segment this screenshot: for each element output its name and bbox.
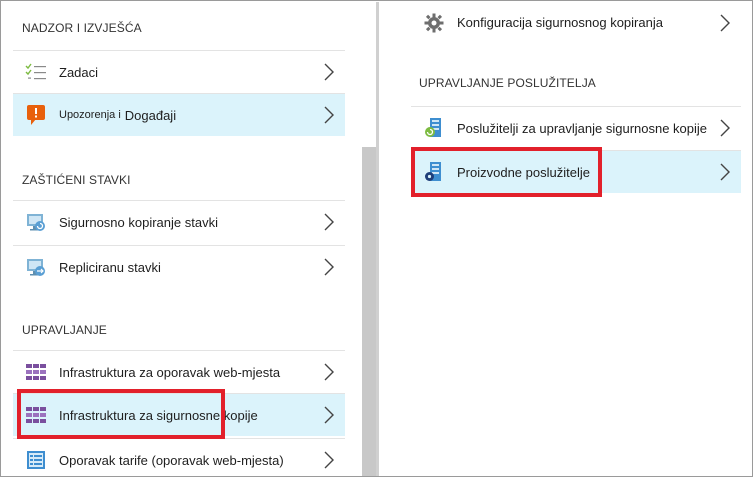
menu-item-production-servers-label: Proizvodne poslužitelje <box>457 164 590 180</box>
chevron-right-icon <box>720 14 730 31</box>
chevron-right-icon <box>324 106 334 124</box>
menu-item-jobs-label: Zadaci <box>59 64 99 80</box>
task-list-icon <box>25 61 47 83</box>
menu-item-backup-configuration[interactable]: Konfiguracija sigurnosnog kopiranja <box>411 2 741 44</box>
menu-item-alerts-events[interactable]: Upozorenja i Događaji <box>13 93 345 136</box>
site-recovery-infra-icon <box>25 361 47 383</box>
menu-item-recovery-plans[interactable]: Oporavak tarife (oporavak web-mjesta) <box>13 438 345 476</box>
chevron-right-icon <box>324 451 334 469</box>
chevron-right-icon <box>324 258 334 276</box>
menu-item-backup-items-label: Sigurnosno kopiranje stavki <box>59 214 218 230</box>
menu-item-backup-items[interactable]: Sigurnosno kopiranje stavki <box>13 200 345 243</box>
chevron-right-icon <box>324 213 334 231</box>
recovery-plan-icon <box>25 449 47 471</box>
chevron-right-icon <box>720 163 730 181</box>
menu-item-replicated-items-label: Repliciranu stavki <box>59 259 161 275</box>
menu-item-jobs[interactable]: Zadaci <box>13 50 345 93</box>
window-frame: NADZOR I IZVJEŠĆA Zadaci Upozorenja i Do… <box>0 0 753 477</box>
menu-item-backup-infrastructure[interactable]: Infrastruktura za sigurnosne kopije <box>13 393 345 436</box>
menu-item-site-recovery-infrastructure-label: Infrastruktura za oporavak web-mjesta <box>59 364 281 380</box>
section-header-server-management: UPRAVLJANJE POSLUŽITELJA <box>419 76 596 90</box>
scrollbar-thumb[interactable] <box>362 147 376 476</box>
menu-item-production-servers[interactable]: Proizvodne poslužitelje <box>411 150 741 193</box>
menu-item-alerts-label-small: Upozorenja i <box>59 109 121 121</box>
chevron-right-icon <box>324 63 334 81</box>
section-header-manage: UPRAVLJANJE <box>22 323 107 337</box>
menu-item-backup-management-servers[interactable]: Poslužitelji za upravljanje sigurnosne k… <box>411 106 741 149</box>
menu-item-events-label: Događaji <box>124 107 177 123</box>
chevron-right-icon <box>324 406 334 424</box>
menu-item-site-recovery-infrastructure[interactable]: Infrastruktura za oporavak web-mjesta <box>13 350 345 393</box>
replicated-items-icon <box>25 256 47 278</box>
production-servers-icon <box>423 161 445 183</box>
menu-item-recovery-plans-label: Oporavak tarife (oporavak web-mjesta) <box>59 452 284 468</box>
chevron-right-icon <box>324 363 334 381</box>
gear-icon <box>423 12 445 34</box>
section-header-monitoring: NADZOR I IZVJEŠĆA <box>22 21 142 35</box>
alert-icon <box>25 104 47 126</box>
left-menu-panel: NADZOR I IZVJEŠĆA Zadaci Upozorenja i Do… <box>2 2 362 476</box>
backup-servers-icon <box>423 117 445 139</box>
backup-items-icon <box>25 211 47 233</box>
backup-infra-icon <box>25 404 47 426</box>
chevron-right-icon <box>720 119 730 137</box>
right-menu-panel: Konfiguracija sigurnosnog kopiranja UPRA… <box>379 2 752 476</box>
menu-item-backup-configuration-label: Konfiguracija sigurnosnog kopiranja <box>457 15 663 30</box>
menu-item-backup-management-servers-label: Poslužitelji za upravljanje sigurnosne k… <box>457 120 708 136</box>
left-panel-scrollbar[interactable] <box>362 2 376 476</box>
menu-item-backup-infrastructure-label: Infrastruktura za sigurnosne kopije <box>59 407 258 423</box>
menu-item-replicated-items[interactable]: Repliciranu stavki <box>13 245 345 288</box>
section-header-protected-items: ZAŠTIĆENI STAVKI <box>22 173 131 187</box>
